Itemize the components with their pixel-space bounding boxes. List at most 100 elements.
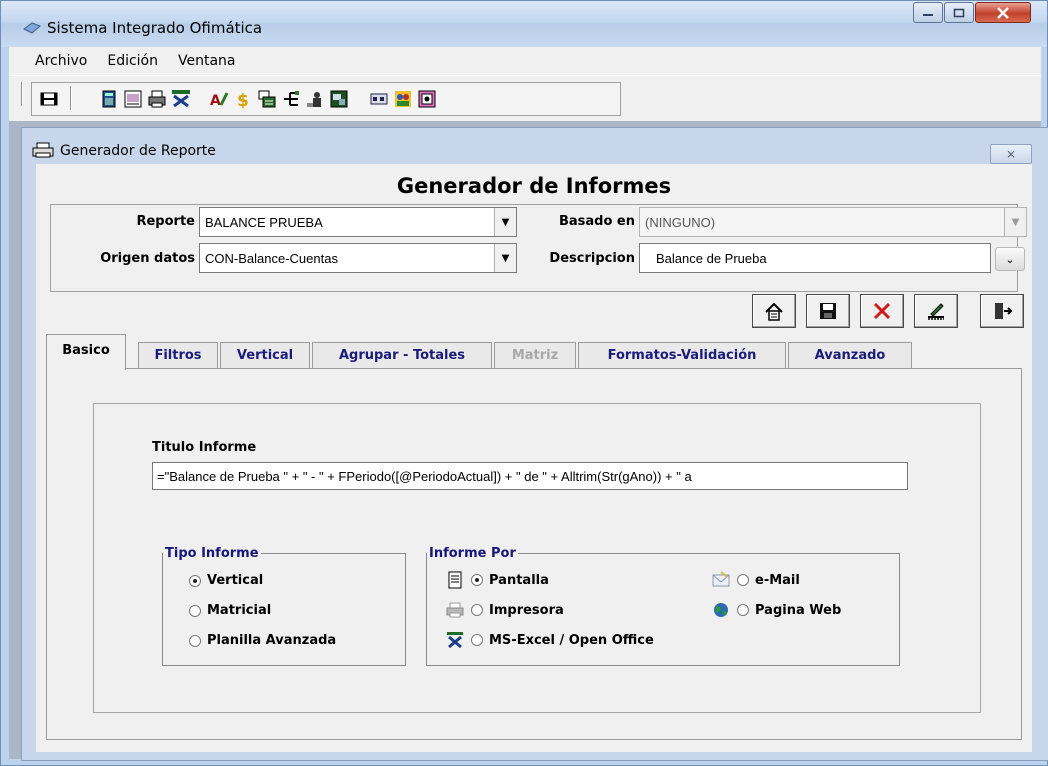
close-icon <box>997 6 1009 19</box>
titulo-label: Titulo Informe <box>152 440 257 455</box>
delete-button[interactable] <box>860 294 904 328</box>
tree-icon[interactable] <box>280 88 302 110</box>
menu-edicion[interactable]: Edición <box>107 53 158 69</box>
edit-button[interactable] <box>914 294 958 328</box>
dropdown-arrow-icon[interactable]: ▼ <box>494 244 516 272</box>
dollar-icon[interactable]: $ <box>232 88 254 110</box>
title-bar: Sistema Integrado Ofimática <box>1 1 1047 47</box>
radio-label: MS-Excel / Open Office <box>489 632 654 648</box>
basado-value: (NINGUNO) <box>645 215 716 230</box>
child-title: Generador de Reporte <box>60 143 216 159</box>
document-icon[interactable] <box>122 88 144 110</box>
printer-icon <box>32 142 54 158</box>
exit-button[interactable] <box>980 294 1024 328</box>
window-icon[interactable] <box>368 88 390 110</box>
edit-icon <box>928 303 944 320</box>
tipo-informe-group: Tipo Informe Vertical Matricial Planilla… <box>162 546 406 666</box>
calculator-icon[interactable] <box>98 88 120 110</box>
exit-door-icon <box>995 303 1013 319</box>
radio-label: Impresora <box>489 602 564 618</box>
radio-button[interactable] <box>189 634 201 647</box>
minimize-button[interactable] <box>913 2 943 23</box>
origen-label: Origen datos <box>100 251 195 266</box>
radio-button[interactable] <box>189 604 201 617</box>
radio-pagina-web[interactable]: Pagina Web <box>711 601 841 619</box>
descripcion-value: Balance de Prueba <box>656 251 767 266</box>
toolbar-separator <box>70 86 72 110</box>
radio-button[interactable] <box>189 574 201 587</box>
screen-document-icon <box>445 571 465 589</box>
printer-icon[interactable] <box>146 88 168 110</box>
radio-pantalla[interactable]: Pantalla <box>445 571 549 589</box>
svg-text:$: $ <box>237 91 249 109</box>
tab-filtros[interactable]: Filtros <box>138 342 218 368</box>
descripcion-field[interactable]: Balance de Prueba <box>639 243 991 273</box>
exit-icon[interactable] <box>38 88 60 110</box>
reporte-combo[interactable]: BALANCE PRUEBA ▼ <box>199 207 517 237</box>
form-icon[interactable] <box>256 88 278 110</box>
radio-email[interactable]: e-Mail <box>711 571 800 589</box>
new-document-icon <box>765 302 783 321</box>
maximize-icon <box>953 8 965 17</box>
radio-impresora[interactable]: Impresora <box>445 601 564 619</box>
radio-planilla-avanzada[interactable]: Planilla Avanzada <box>189 633 336 648</box>
informe-por-legend: Informe Por <box>429 546 516 561</box>
toolbar: A $ <box>9 75 1041 121</box>
radio-button[interactable] <box>471 574 483 586</box>
toolbar-separator <box>21 82 23 106</box>
tab-vertical[interactable]: Vertical <box>220 342 310 368</box>
user-icon[interactable] <box>304 88 326 110</box>
app-title: Sistema Integrado Ofimática <box>47 19 263 37</box>
report-icon[interactable] <box>416 88 438 110</box>
child-close-button[interactable]: ⨯ <box>990 144 1032 164</box>
radio-vertical[interactable]: Vertical <box>189 573 263 588</box>
radio-ms-excel[interactable]: MS-Excel / Open Office <box>445 631 654 649</box>
new-report-button[interactable] <box>752 294 796 328</box>
people-icon[interactable] <box>392 88 414 110</box>
toolbar-strip: A $ <box>31 82 621 116</box>
printer-icon <box>445 601 465 619</box>
main-window: Sistema Integrado Ofimática Archivo Edic… <box>0 0 1048 766</box>
excel-icon[interactable] <box>170 88 192 110</box>
tab-basico[interactable]: Basico <box>46 334 126 370</box>
titulo-input[interactable]: ="Balance de Prueba " + " - " + FPeriodo… <box>152 462 908 490</box>
reporte-label: Reporte <box>136 214 195 229</box>
titulo-value: ="Balance de Prueba " + " - " + FPeriodo… <box>157 469 692 484</box>
radio-matricial[interactable]: Matricial <box>189 603 271 618</box>
origen-combo[interactable]: CON-Balance-Cuentas ▼ <box>199 243 517 273</box>
close-button[interactable] <box>975 2 1031 23</box>
descripcion-label: Descripcion <box>549 251 635 266</box>
basado-combo[interactable]: (NINGUNO) ▼ <box>639 207 1027 237</box>
basado-label: Basado en <box>558 214 635 229</box>
menu-ventana[interactable]: Ventana <box>178 53 236 69</box>
child-title-bar: Generador de Reporte ⨯ <box>22 128 1048 166</box>
excel-icon <box>445 631 465 649</box>
mdi-area: Generador de Reporte ⨯ Generador de Info… <box>9 121 1048 761</box>
radio-button[interactable] <box>737 574 749 586</box>
menu-bar: Archivo Edición Ventana <box>9 47 1041 75</box>
text-icon[interactable]: A <box>208 88 230 110</box>
save-button[interactable] <box>806 294 850 328</box>
expand-button[interactable]: ⌄ <box>995 247 1025 271</box>
dropdown-arrow-icon[interactable]: ▼ <box>494 208 516 236</box>
basico-group: Titulo Informe ="Balance de Prueba " + "… <box>93 403 981 713</box>
radio-label: Planilla Avanzada <box>207 633 337 648</box>
radio-label: Pagina Web <box>755 602 842 618</box>
menu-archivo[interactable]: Archivo <box>35 53 87 69</box>
close-icon: ⨯ <box>1005 147 1017 161</box>
tab-avanzado[interactable]: Avanzado <box>788 342 912 368</box>
radio-button[interactable] <box>737 604 749 616</box>
informe-por-group: Informe Por Pantalla Impresora MS-Excel … <box>426 546 900 666</box>
tab-matriz[interactable]: Matriz <box>494 342 576 368</box>
radio-button[interactable] <box>471 634 483 646</box>
origen-value: CON-Balance-Cuentas <box>205 251 338 266</box>
reporte-value: BALANCE PRUEBA <box>205 215 323 230</box>
tab-formatos-validacion[interactable]: Formatos-Validación <box>578 342 786 368</box>
tab-agrupar-totales[interactable]: Agrupar - Totales <box>312 342 492 368</box>
form-heading: Generador de Informes <box>396 174 672 198</box>
chart-icon[interactable] <box>328 88 350 110</box>
delete-icon <box>873 302 891 320</box>
maximize-button[interactable] <box>944 2 974 23</box>
dropdown-arrow-icon[interactable]: ▼ <box>1004 208 1026 236</box>
radio-button[interactable] <box>471 604 483 616</box>
